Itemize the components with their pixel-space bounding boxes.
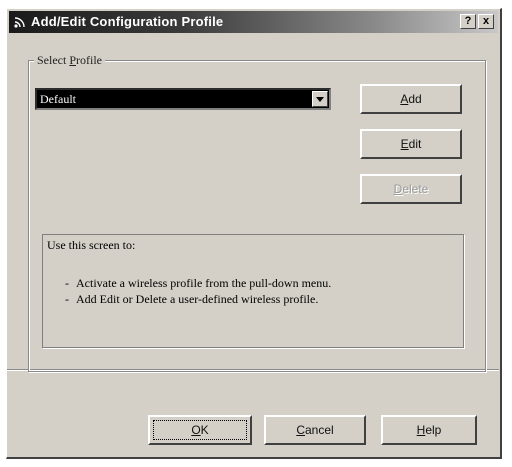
close-button[interactable]: x <box>478 14 494 29</box>
chevron-down-icon[interactable] <box>312 91 328 107</box>
help-button[interactable]: Help <box>381 415 477 445</box>
profile-dropdown[interactable]: Default <box>35 88 331 110</box>
wireless-signal-icon <box>13 15 27 29</box>
title-bar[interactable]: Add/Edit Configuration Profile ? x <box>9 11 498 33</box>
help-title-button[interactable]: ? <box>460 14 476 29</box>
edit-button[interactable]: Edit <box>360 129 462 159</box>
info-item-activate: Activate a wireless profile from the pul… <box>76 276 332 290</box>
delete-button[interactable]: Delete <box>360 174 462 204</box>
info-item-edit: Add Edit or Delete a user-defined wirele… <box>76 292 319 306</box>
bullet-dash: - <box>65 292 69 306</box>
window-title: Add/Edit Configuration Profile <box>31 14 224 29</box>
focus-ring <box>153 420 247 440</box>
ok-button[interactable]: OK <box>148 415 252 445</box>
selected-profile-value: Default <box>40 92 76 106</box>
cancel-button[interactable]: Cancel <box>264 415 366 445</box>
add-button[interactable]: Add <box>360 84 462 114</box>
bullet-dash: - <box>65 276 69 290</box>
info-heading: Use this screen to: <box>47 238 136 252</box>
select-profile-label: Select Profile <box>34 53 106 68</box>
